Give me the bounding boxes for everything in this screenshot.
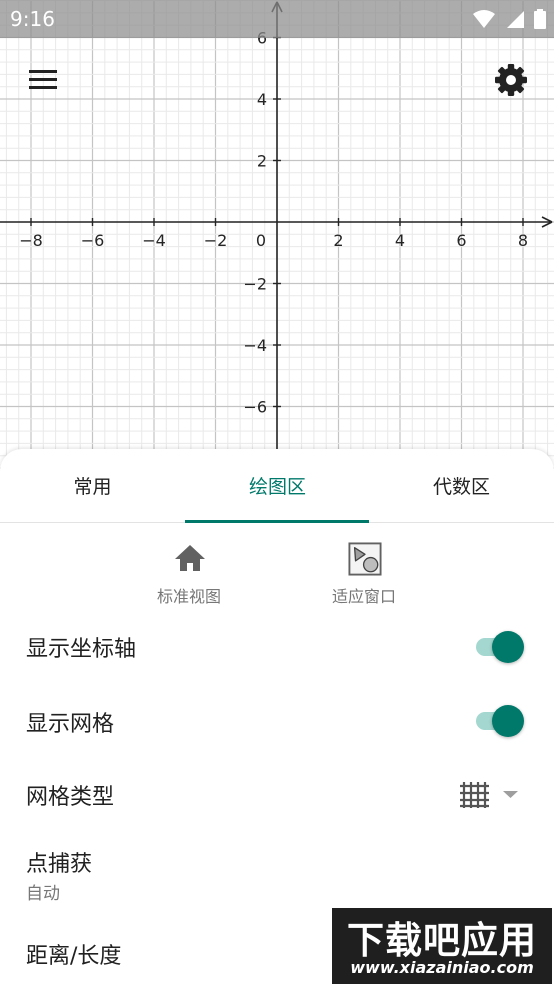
status-bar: 9:16 — [0, 0, 554, 38]
home-icon — [175, 545, 205, 571]
grid-type-label: 网格类型 — [26, 785, 115, 810]
standard-view-label: 标准视图 — [156, 587, 221, 606]
watermark-url: www.xiazainiao.com — [350, 958, 534, 977]
settings-button[interactable] — [494, 63, 528, 97]
show-grid-row: 显示网格 — [0, 685, 554, 755]
show-axes-toggle[interactable] — [474, 630, 526, 664]
y-tick-label: −2 — [243, 275, 267, 294]
y-tick-label: 2 — [257, 152, 267, 171]
hamburger-menu-icon — [29, 70, 57, 89]
cellular-signal-icon — [506, 11, 524, 28]
x-tick-label: 8 — [518, 231, 528, 250]
gear-icon — [495, 64, 527, 96]
grid-type-graphic — [460, 782, 518, 808]
toggle-thumb — [492, 631, 524, 663]
y-tick-label: 4 — [257, 90, 267, 109]
grid-type-dropdown[interactable] — [458, 778, 524, 812]
tab-basic[interactable]: 常用 — [0, 449, 185, 523]
x-tick-label: −2 — [204, 231, 228, 250]
x-tick-label: 0 — [256, 231, 266, 250]
tab-graphics[interactable]: 绘图区 — [185, 449, 370, 523]
watermark-logo: 下载吧应用 www.xiazainiao.com — [332, 908, 552, 984]
zoom-to-fit-icon — [348, 542, 382, 576]
chevron-down-icon — [503, 791, 518, 798]
show-grid-toggle[interactable] — [474, 704, 526, 738]
x-tick-label: −6 — [81, 231, 105, 250]
status-icons — [468, 9, 546, 29]
show-grid-label: 显示网格 — [26, 712, 115, 737]
battery-icon — [534, 9, 546, 29]
x-tick-label: 4 — [395, 231, 405, 250]
zoom-to-fit-button[interactable]: 适应窗口 — [309, 541, 419, 607]
tab-algebra[interactable]: 代数区 — [369, 449, 554, 523]
grid-type-row: 网格类型 — [0, 760, 554, 830]
point-capture-row[interactable]: 点捕获 自动 — [0, 835, 554, 905]
watermark-text: 下载吧应用 — [347, 918, 537, 962]
standard-view-button[interactable]: 标准视图 — [134, 541, 244, 607]
graph-canvas[interactable]: −8 −6 −4 −2 0 2 4 6 8 6 4 2 −2 −4 −6 — [0, 0, 554, 470]
active-tab-indicator — [185, 520, 369, 523]
x-tick-label: 6 — [456, 231, 466, 250]
zoom-to-fit-label: 适应窗口 — [331, 587, 396, 606]
grid-icon — [460, 782, 489, 808]
point-capture-label: 点捕获 — [26, 852, 93, 877]
wifi-icon — [472, 10, 495, 28]
menu-button[interactable] — [27, 68, 59, 92]
x-tick-label: 2 — [333, 231, 343, 250]
y-tick-label: −4 — [243, 336, 267, 355]
status-time: 9:16 — [10, 7, 55, 31]
toggle-thumb — [492, 705, 524, 737]
tab-bar: 常用 绘图区 代数区 — [0, 449, 554, 523]
point-capture-value: 自动 — [26, 884, 60, 904]
show-axes-row: 显示坐标轴 — [0, 612, 554, 682]
distance-label: 距离/长度 — [26, 944, 122, 969]
y-tick-label: −6 — [243, 398, 267, 417]
graph-grid[interactable]: −8 −6 −4 −2 0 2 4 6 8642−2−4−6 — [0, 0, 554, 470]
show-axes-label: 显示坐标轴 — [26, 637, 137, 662]
x-tick-label: −8 — [19, 231, 43, 250]
x-tick-label: −4 — [142, 231, 166, 250]
